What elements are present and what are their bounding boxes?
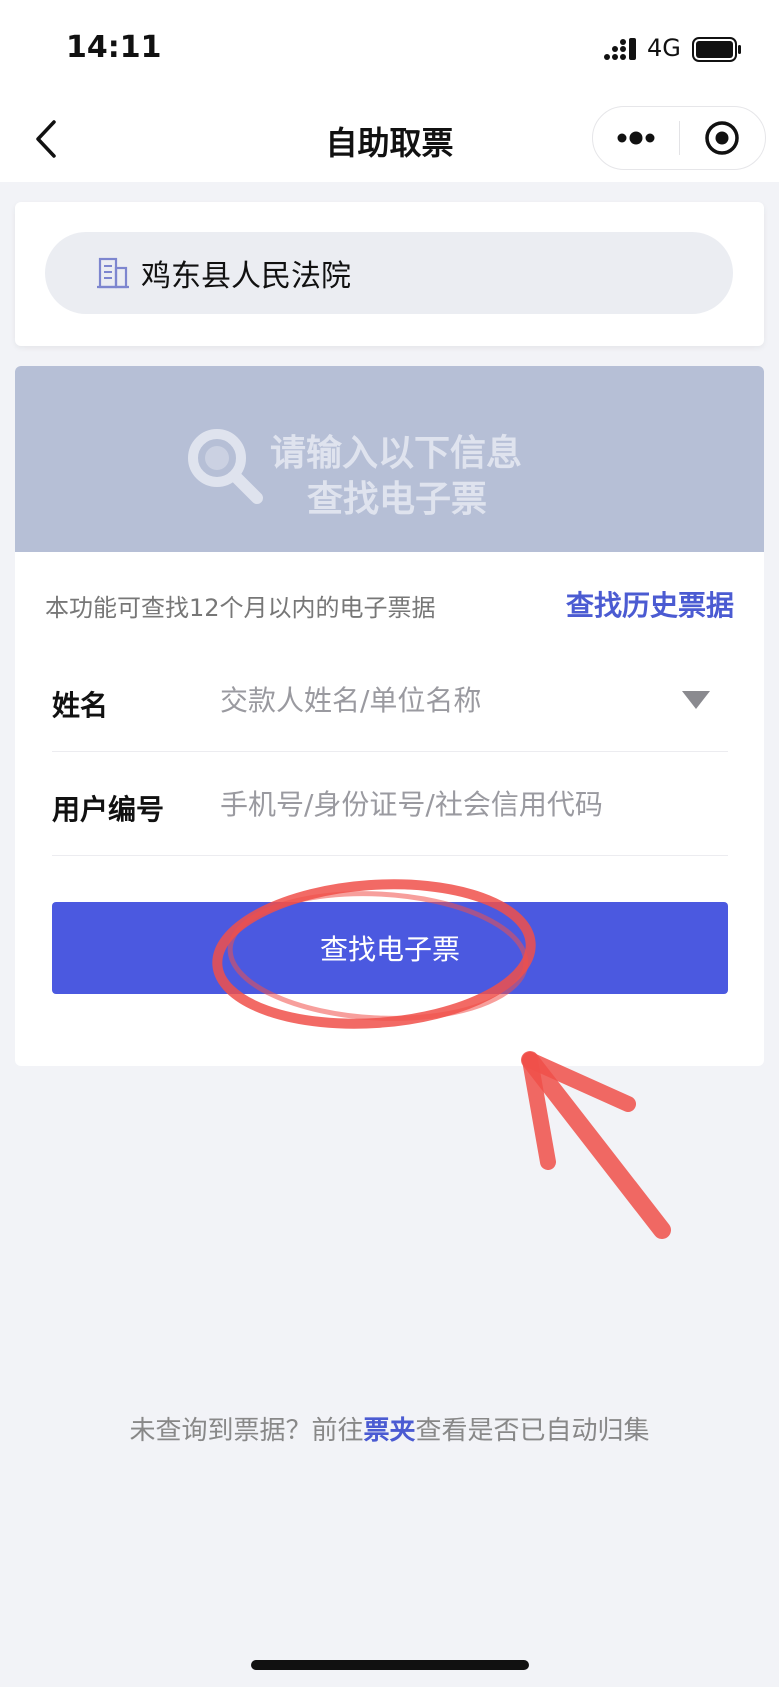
- name-label: 姓名: [52, 689, 109, 722]
- court-selector[interactable]: 鸡东县人民法院: [45, 232, 733, 314]
- target-icon: [705, 121, 739, 155]
- search-icon: [188, 429, 263, 504]
- annotation-arrow-head-left: [522, 1052, 556, 1170]
- annotation-arrow-shaft: [521, 1051, 671, 1239]
- footer-hint: 未查询到票据？前往票夹查看是否已自动归集: [0, 1410, 779, 1447]
- status-time: 14:11: [66, 30, 162, 65]
- ticket-folder-link[interactable]: 票夹: [363, 1416, 415, 1446]
- search-banner: 请输入以下信息 查找电子票: [15, 366, 764, 552]
- search-card: 请输入以下信息 查找电子票 本功能可查找12个月以内的电子票据 查找历史票据 姓…: [15, 366, 764, 1066]
- building-icon: [97, 257, 129, 289]
- history-tickets-link[interactable]: 查找历史票据: [566, 584, 734, 624]
- signal-icon: [604, 38, 636, 60]
- dropdown-triangle-icon[interactable]: [680, 688, 712, 712]
- more-icon: [617, 131, 655, 145]
- name-input[interactable]: [220, 674, 660, 726]
- battery-icon: [692, 37, 741, 62]
- footer-prefix: 未查询到票据？前往: [129, 1416, 364, 1446]
- more-button[interactable]: [593, 107, 679, 169]
- close-miniprogram-button[interactable]: [680, 107, 766, 169]
- user-id-label: 用户编号: [52, 793, 165, 826]
- banner-line-2: 查找电子票: [307, 479, 488, 520]
- status-bar: 14:11 4G: [0, 0, 779, 98]
- network-type: 4G: [647, 34, 681, 62]
- footer-suffix: 查看是否已自动归集: [415, 1416, 650, 1446]
- court-name: 鸡东县人民法院: [141, 259, 351, 294]
- user-id-row: 用户编号: [52, 752, 728, 856]
- nav-bar: 自助取票: [0, 98, 779, 182]
- user-id-input[interactable]: [220, 778, 660, 830]
- search-ticket-button[interactable]: 查找电子票: [52, 902, 728, 994]
- court-card: 鸡东县人民法院: [15, 202, 764, 346]
- miniprogram-capsule: [592, 106, 766, 170]
- annotation-arrow-head-right: [522, 1052, 636, 1112]
- name-row: 姓名: [52, 648, 728, 752]
- home-indicator[interactable]: [251, 1660, 529, 1670]
- search-hint: 本功能可查找12个月以内的电子票据: [45, 594, 436, 622]
- banner-line-1: 请输入以下信息: [270, 433, 523, 474]
